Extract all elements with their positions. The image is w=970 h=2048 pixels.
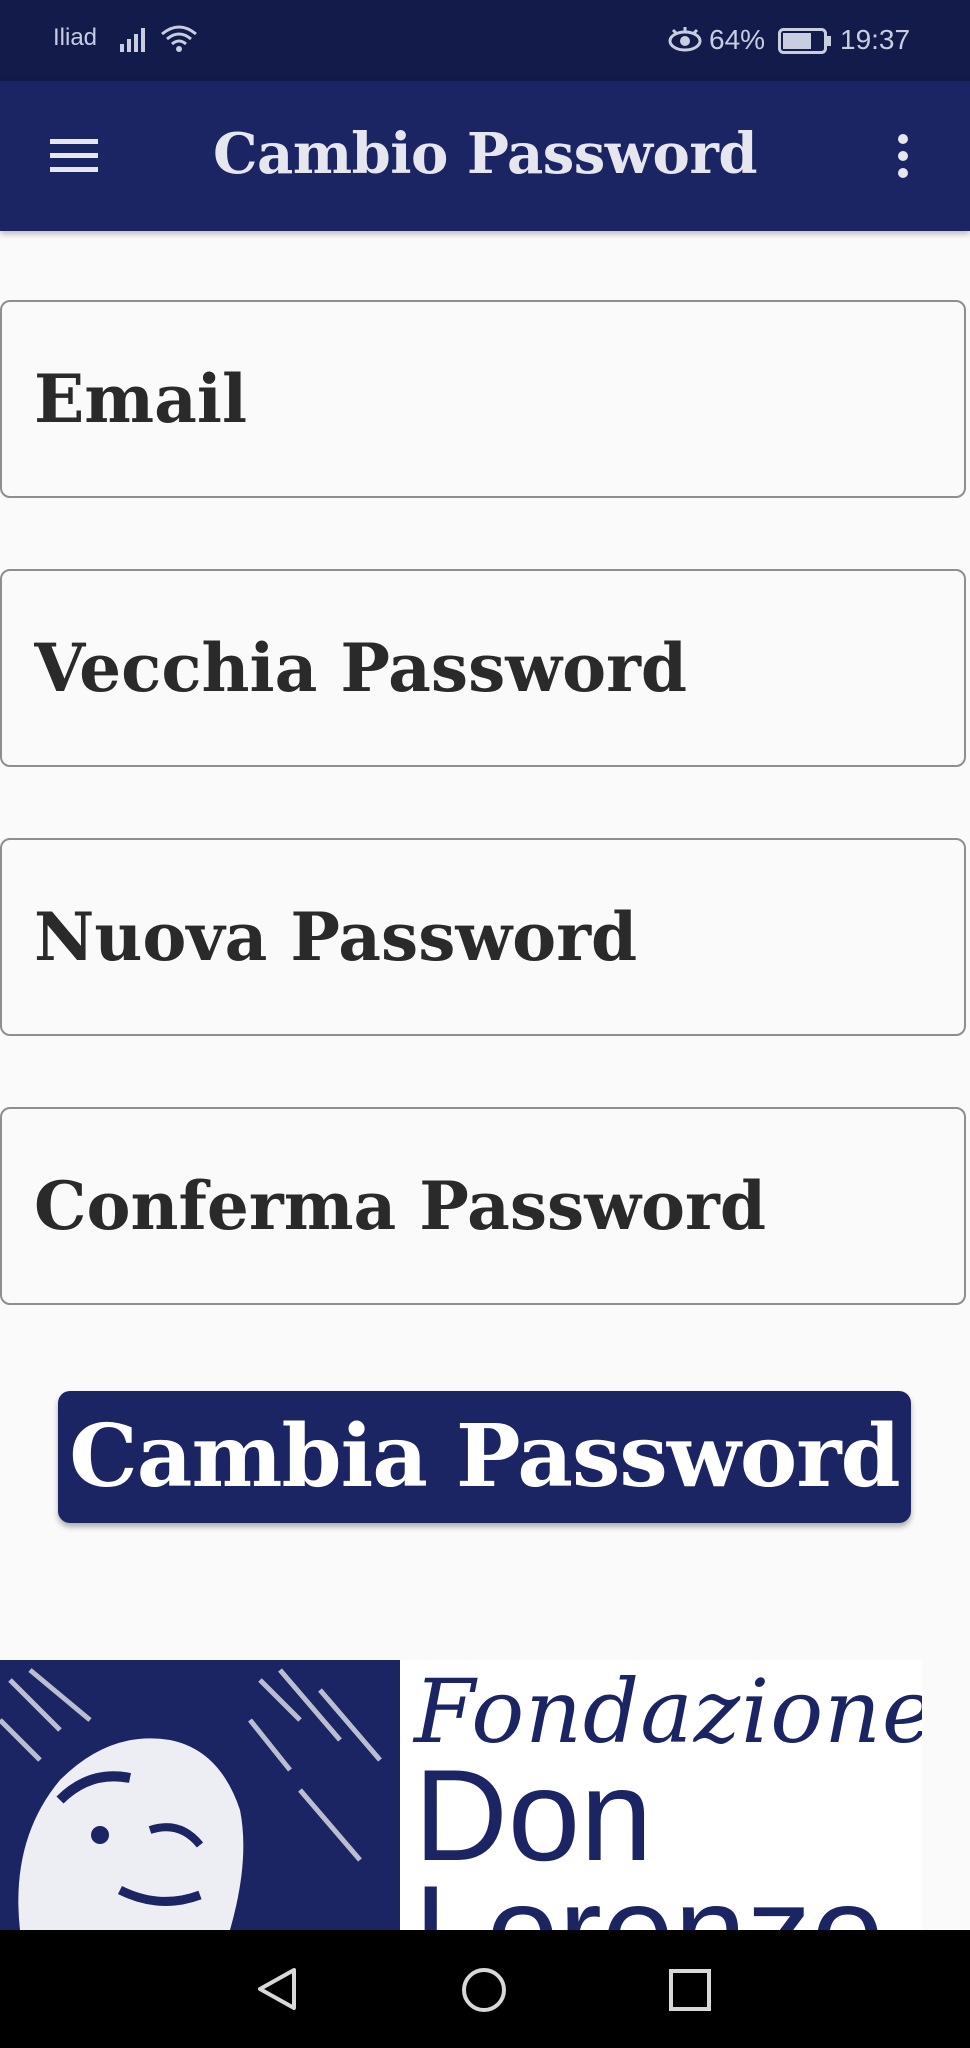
carrier-label: Iliad bbox=[53, 24, 98, 51]
portrait-image bbox=[0, 1660, 400, 1930]
eye-comfort-icon bbox=[668, 27, 702, 60]
home-icon[interactable] bbox=[460, 1966, 508, 2018]
old-password-field-box bbox=[0, 569, 966, 767]
logo-text-block: Fondazione Don Lorenzo bbox=[400, 1660, 922, 1930]
clock: 19:37 bbox=[840, 24, 911, 55]
new-password-field-box bbox=[0, 838, 966, 1036]
change-password-button[interactable]: Cambia Password bbox=[58, 1391, 911, 1523]
page-title: Cambio Password bbox=[212, 121, 758, 187]
logo-word-lorenzo: Lorenzo bbox=[414, 1866, 884, 1930]
system-nav-bar bbox=[0, 1930, 970, 2048]
signal-icon bbox=[120, 26, 150, 59]
battery-percent: 64% bbox=[709, 24, 766, 55]
email-field-box bbox=[0, 300, 966, 498]
app-bar: Cambio Password bbox=[0, 81, 970, 231]
recents-icon[interactable] bbox=[668, 1968, 712, 2016]
old-password-input[interactable] bbox=[34, 571, 934, 765]
more-vert-icon[interactable] bbox=[888, 131, 918, 181]
status-bar: Iliad 64% 19:37 bbox=[0, 0, 970, 81]
new-password-input[interactable] bbox=[34, 840, 934, 1034]
email-input[interactable] bbox=[34, 302, 934, 496]
foundation-logo: Fondazione Don Lorenzo bbox=[0, 1660, 922, 1930]
battery-icon bbox=[778, 28, 832, 61]
confirm-password-input[interactable] bbox=[34, 1109, 934, 1303]
confirm-password-field-box bbox=[0, 1107, 966, 1305]
back-icon[interactable] bbox=[254, 1966, 300, 2016]
wifi-icon bbox=[160, 24, 198, 61]
